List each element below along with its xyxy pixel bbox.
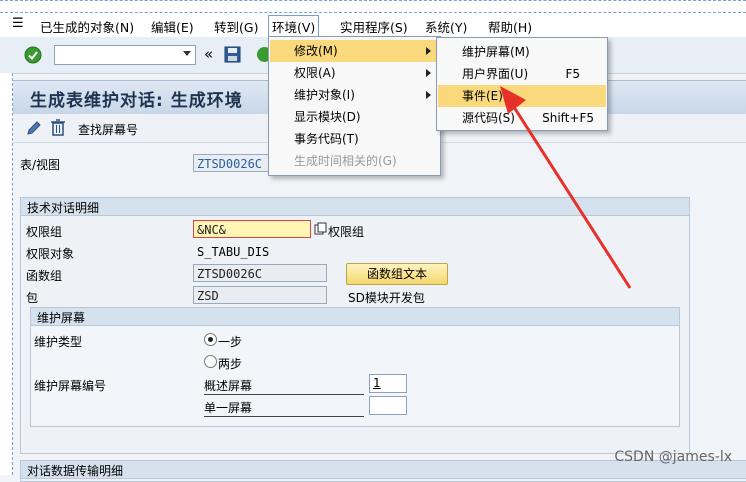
func-group-label: 函数组 [26,269,63,283]
menu-system[interactable]: 系统(Y) [425,17,467,36]
package-field: ZSD [193,286,327,304]
environment-menu: 修改(M) 权限(A) 维护对象(I) 显示模块(D) 事务代码(T) 生成时间… [268,36,441,176]
screen-number-label: 维护屏幕编号 [34,379,107,393]
transfer-details-title: 对话数据传输明细 [27,464,124,478]
copy-icon[interactable] [314,222,327,235]
func-group-text-button[interactable]: 函数组文本 [346,263,448,285]
maintenance-screen-title: 维护屏幕 [37,311,86,325]
auth-group-side-label: 权限组 [328,225,365,239]
env-menu-authorization-label: 权限(A) [294,66,336,80]
env-menu-maint-objects[interactable]: 维护对象(I) [270,84,439,106]
menu-edit[interactable]: 编辑(E) [151,17,194,36]
modify-menu-events[interactable]: 事件(E) [438,85,606,107]
left-margin [0,73,13,475]
trash-icon[interactable] [50,119,66,136]
single-screen-input[interactable] [369,396,407,415]
menu-help[interactable]: 帮助(H) [488,17,532,36]
package-label: 包 [26,291,39,305]
page-title: 生成表维护对话: 生成环境 [30,91,243,111]
maintenance-screen-header: 维护屏幕 [31,308,679,326]
menu-icon[interactable]: ☰ [12,16,24,31]
watermark: CSDN @james-lx [614,449,732,465]
overview-screen-label: 概述屏幕 [204,377,364,395]
modify-menu-source-code[interactable]: 源代码(S) Shift+F5 [438,107,606,129]
modify-menu-user-interface[interactable]: 用户界面(U) F5 [438,63,606,85]
tech-details-header: 技术对话明细 [21,198,689,216]
func-group-field: ZTSD0026C [193,264,327,282]
table-view-label: 表/视图 [20,158,61,172]
menu-generated-objects[interactable]: 已生成的对象(N) [40,17,134,36]
env-menu-time-dependent-label: 生成时间相关的(G) [294,154,397,168]
modify-menu-events-label: 事件(E) [462,89,503,103]
package-desc: SD模块开发包 [348,291,425,305]
single-screen-label: 单一屏幕 [204,399,364,417]
overview-screen-input[interactable]: 1 [369,374,407,393]
radio-two-step[interactable] [204,355,217,368]
env-menu-display-modules[interactable]: 显示模块(D) [270,106,439,128]
menu-goto[interactable]: 转到(G) [214,17,258,36]
command-field[interactable] [54,45,196,65]
env-menu-time-dependent: 生成时间相关的(G) [270,150,439,172]
env-menu-modify[interactable]: 修改(M) [270,40,439,62]
back-nav-icon[interactable]: « [204,45,213,63]
modify-menu-user-interface-label: 用户界面(U) [462,67,529,81]
enter-check-icon[interactable] [24,46,42,64]
env-menu-display-modules-label: 显示模块(D) [294,110,361,124]
menu-environment[interactable]: 环境(V) [268,15,320,37]
modify-menu-user-interface-shortcut: F5 [565,67,580,81]
modify-menu-source-code-shortcut: Shift+F5 [542,111,594,125]
save-icon[interactable] [224,46,241,63]
pencil-icon[interactable] [26,120,42,136]
env-menu-transaction-code-label: 事务代码(T) [294,132,359,146]
submenu-arrow-icon [426,91,431,99]
submenu-arrow-icon [426,69,431,77]
menu-utilities[interactable]: 实用程序(S) [340,17,408,36]
modify-menu-source-code-label: 源代码(S) [462,111,515,125]
modify-submenu: 维护屏幕(M) 用户界面(U) F5 事件(E) 源代码(S) Shift+F5 [436,37,608,131]
find-screen-button[interactable]: 查找屏幕号 [78,121,138,138]
radio-one-step[interactable] [204,333,217,346]
menu-bar: ☰ 已生成的对象(N) 编辑(E) 转到(G) 环境(V) 实用程序(S) 系统… [0,12,746,37]
maintenance-type-label: 维护类型 [34,335,83,349]
env-menu-modify-label: 修改(M) [294,44,338,58]
submenu-arrow-icon [426,47,431,55]
auth-object-label: 权限对象 [26,247,75,261]
env-menu-transaction-code[interactable]: 事务代码(T) [270,128,439,150]
radio-one-step-label: 一步 [218,335,243,349]
auth-group-label: 权限组 [26,225,63,239]
dropdown-arrow-icon[interactable] [183,51,191,56]
auth-object-value: S_TABU_DIS [197,245,270,259]
table-view-field: ZTSD0026C [193,154,271,172]
radio-two-step-label: 两步 [218,357,243,371]
modify-menu-maint-screen[interactable]: 维护屏幕(M) [438,41,606,63]
env-menu-authorization[interactable]: 权限(A) [270,62,439,84]
tech-details-title: 技术对话明细 [27,201,100,215]
modify-menu-maint-screen-label: 维护屏幕(M) [462,45,530,59]
auth-group-input[interactable]: &NC& [193,220,311,238]
env-menu-maint-objects-label: 维护对象(I) [294,88,355,102]
